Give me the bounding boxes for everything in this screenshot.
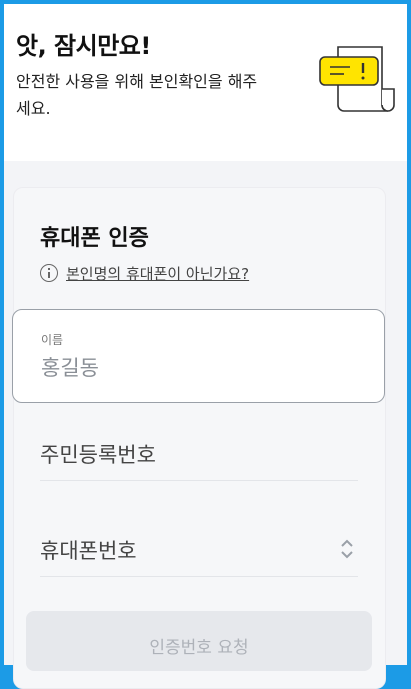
phone-number-placeholder: 휴대폰번호 xyxy=(40,539,137,563)
name-field[interactable]: 이름 xyxy=(12,309,385,403)
card-title: 휴대폰 인증 xyxy=(40,226,149,251)
chevron-up-down-icon[interactable] xyxy=(340,538,354,560)
request-code-button[interactable]: 인증번호 요청 xyxy=(26,611,372,671)
phone-number-field[interactable]: 휴대폰번호 xyxy=(40,524,358,577)
header: 앗, 잠시만요! 안전한 사용을 위해 본인확인을 해주세요. xyxy=(4,4,407,161)
page-subtitle: 안전한 사용을 위해 본인확인을 해주세요. xyxy=(16,72,258,118)
page-title: 앗, 잠시만요! xyxy=(16,32,151,60)
not-my-phone-link[interactable]: 본인명의 휴대폰이 아닌가요? xyxy=(66,263,249,284)
name-field-label: 이름 xyxy=(41,333,64,347)
resident-number-placeholder: 주민등록번호 xyxy=(40,443,156,467)
resident-number-field[interactable]: 주민등록번호 xyxy=(40,428,358,481)
document-alert-illustration-icon xyxy=(319,46,395,112)
info-icon xyxy=(40,264,58,282)
name-input[interactable] xyxy=(39,352,363,384)
notice-row: 본인명의 휴대폰이 아닌가요? xyxy=(40,262,249,284)
